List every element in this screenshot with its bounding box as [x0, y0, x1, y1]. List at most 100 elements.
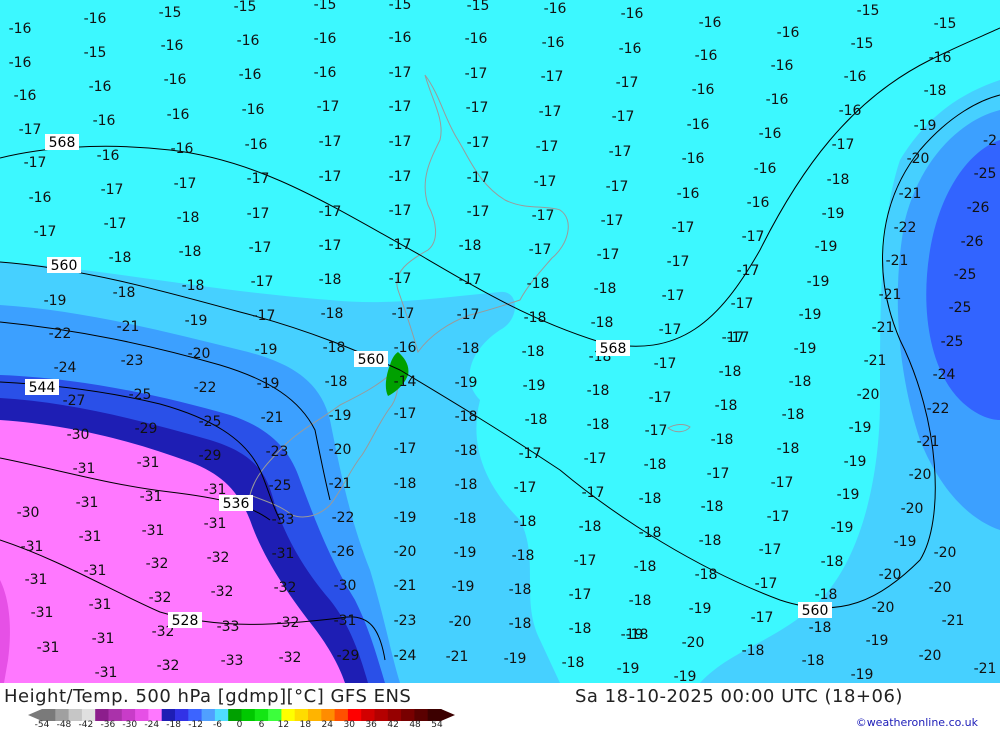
temp-label: -17: [584, 451, 607, 467]
temp-label: -19: [831, 520, 854, 536]
temp-label: -21: [446, 649, 469, 665]
temp-label: -25: [974, 166, 997, 182]
temp-label: -17: [394, 441, 417, 457]
temp-label: -16: [9, 21, 32, 37]
temp-label: -16: [97, 148, 120, 164]
temp-label: -19: [794, 341, 817, 357]
temp-label: -18: [827, 172, 850, 188]
temp-label: -17: [319, 169, 342, 185]
temp-label: -29: [199, 448, 222, 464]
temp-label: -22: [894, 220, 917, 236]
temp-label: -17: [247, 171, 270, 187]
temp-label: -29: [337, 648, 360, 664]
temp-label: -19: [185, 313, 208, 329]
temp-label: -15: [389, 0, 412, 13]
temp-label: -20: [879, 567, 902, 583]
legend-tick-label: 12: [277, 720, 290, 730]
temp-label: -26: [332, 544, 355, 560]
temp-label: -17: [389, 134, 412, 150]
temp-label: -19: [851, 667, 874, 683]
temp-label: -19: [454, 545, 477, 561]
temp-label: -22: [927, 401, 950, 417]
temp-label: -20: [919, 648, 942, 664]
temp-label: -16: [389, 30, 412, 46]
temp-label: -31: [21, 539, 44, 555]
temp-label: -18: [639, 525, 662, 541]
legend-tick-label: 42: [387, 720, 399, 730]
temp-label: -20: [907, 151, 930, 167]
temp-label: -15: [234, 0, 257, 15]
height-contour-label: 560: [47, 257, 81, 274]
temp-label: -16: [754, 161, 777, 177]
legend-tick-label: 24: [321, 720, 334, 730]
temp-label: -16: [747, 195, 770, 211]
temp-label: -18: [594, 281, 617, 297]
temp-label: -21: [261, 410, 284, 426]
temp-label: -16: [619, 41, 642, 57]
temp-label: -17: [582, 485, 605, 501]
temp-label: -32: [207, 550, 230, 566]
temp-label: -17: [654, 356, 677, 372]
temp-label: -17: [737, 263, 760, 279]
temp-label: -31: [89, 597, 112, 613]
height-label-text: 544: [29, 380, 56, 396]
temp-label: -21: [917, 434, 940, 450]
temp-label: -18: [527, 276, 550, 292]
temp-label: -31: [334, 613, 357, 629]
legend-tick-label: -18: [166, 720, 182, 730]
temp-label: -17: [389, 99, 412, 115]
temp-label: -18: [587, 417, 610, 433]
temp-label: -18: [809, 620, 832, 636]
temp-label: -17: [319, 238, 342, 254]
temp-label: -17: [101, 182, 124, 198]
temp-label: -22: [194, 380, 217, 396]
temp-label: -19: [674, 669, 697, 683]
temp-label: -31: [272, 546, 295, 562]
temp-label: -16: [844, 69, 867, 85]
temp-label: -18: [742, 643, 765, 659]
temp-label: -18: [782, 407, 805, 423]
temp-label: -18: [323, 340, 346, 356]
temp-label: -20: [682, 635, 705, 651]
credit-link[interactable]: ©weatheronline.co.uk: [856, 716, 978, 729]
temp-label: -25: [129, 387, 152, 403]
temp-label: -17: [659, 322, 682, 338]
temp-label: -17: [832, 137, 855, 153]
temp-label: -17: [174, 176, 197, 192]
temp-label: -24: [933, 367, 956, 383]
temp-label: -29: [135, 421, 158, 437]
temp-label: -17: [616, 75, 639, 91]
temp-label: -15: [159, 5, 182, 21]
temp-label: -25: [269, 478, 292, 494]
temp-label: -31: [95, 665, 118, 681]
temp-label: -18: [455, 443, 478, 459]
temp-label: -25: [941, 334, 964, 350]
temp-label: -24: [54, 360, 77, 376]
height-label-text: 560: [802, 603, 829, 619]
temp-label: -18: [182, 278, 205, 294]
temp-label: -15: [934, 16, 957, 32]
temp-label: -20: [188, 346, 211, 362]
temp-label: -16: [314, 65, 337, 81]
temp-label: -18: [569, 621, 592, 637]
temp-label: -17: [722, 330, 745, 346]
legend-tick-label: -24: [144, 720, 160, 730]
temp-label: -31: [204, 516, 227, 532]
temp-label: -18: [319, 272, 342, 288]
temp-label: -25: [199, 414, 222, 430]
temp-label: -18: [525, 412, 548, 428]
temp-label: -17: [771, 475, 794, 491]
temp-label: -19: [866, 633, 889, 649]
temp-label: -17: [465, 66, 488, 82]
temp-label: -19: [257, 376, 280, 392]
temp-label: -31: [31, 605, 54, 621]
legend-tick-label: -30: [122, 720, 138, 730]
temp-label: -18: [587, 383, 610, 399]
temp-label: -18: [719, 364, 742, 380]
temp-label: -17: [459, 272, 482, 288]
temp-label: -19: [329, 408, 352, 424]
temp-label: -15: [467, 0, 490, 14]
temp-label: -17: [541, 69, 564, 85]
temp-label: -16: [242, 102, 265, 118]
temp-label: -18: [455, 477, 478, 493]
